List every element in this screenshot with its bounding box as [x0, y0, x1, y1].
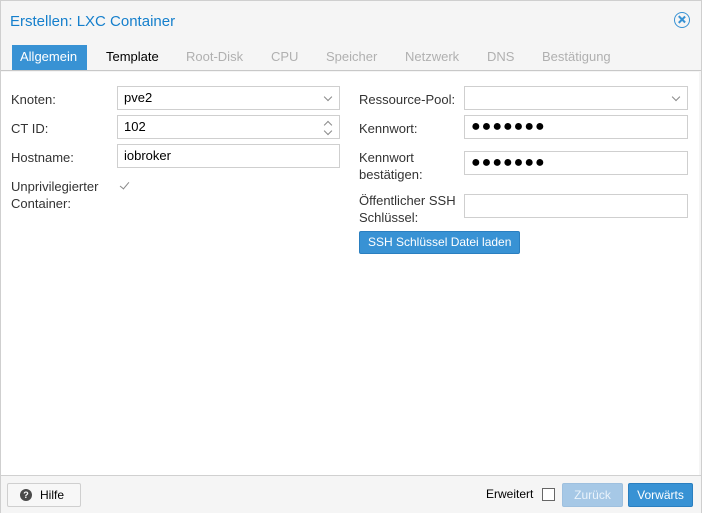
question-circle-icon: ? [20, 489, 32, 501]
back-button: Zurück [562, 483, 623, 507]
create-lxc-dialog: Erstellen: LXC Container Allgemein Templ… [0, 0, 702, 513]
ssh-load-button[interactable]: SSH Schlüssel Datei laden [359, 231, 521, 254]
dialog-titlebar: Erstellen: LXC Container [1, 1, 701, 39]
help-label: Hilfe [40, 488, 65, 502]
tab-template[interactable]: Template [98, 45, 167, 70]
tab-netzwerk: Netzwerk [405, 49, 460, 64]
ctid-label: CT ID: [11, 121, 49, 136]
pool-label: Ressource-Pool: [359, 92, 456, 107]
tab-allgemein[interactable]: Allgemein [12, 45, 87, 70]
unprivileged-label-line1: Unprivilegierter [11, 179, 99, 194]
advanced-checkbox[interactable] [542, 488, 555, 501]
node-select[interactable]: pve2 [117, 86, 340, 110]
pool-select[interactable] [464, 86, 688, 110]
confirm-label-line1: Kennwort [359, 150, 414, 165]
ssh-key-field[interactable] [464, 194, 688, 218]
confirm-password-mask: ●●●●●●● [471, 154, 546, 171]
ctid-value: 102 [124, 119, 146, 134]
next-button[interactable]: Vorwärts [628, 483, 693, 507]
ssh-label-line2: Schlüssel: [359, 210, 419, 225]
hostname-field[interactable]: iobroker [117, 144, 340, 168]
password-label: Kennwort: [359, 121, 418, 136]
node-label: Knoten: [11, 92, 56, 107]
hostname-value: iobroker [124, 148, 171, 163]
dialog-footer: ? Hilfe Erweitert Zurück Vorwärts [1, 475, 701, 513]
password-mask: ●●●●●●● [471, 118, 546, 135]
close-icon[interactable] [674, 12, 690, 28]
tab-dns: DNS [487, 49, 515, 64]
advanced-label: Erweitert [486, 487, 534, 501]
spin-down-icon[interactable] [323, 126, 333, 136]
form-panel: Knoten: pve2 CT ID: 102 Hostname: iobrok… [1, 72, 699, 475]
checkmark-icon [119, 179, 130, 190]
node-value: pve2 [124, 90, 153, 105]
wizard-tabbar: Allgemein Template Root-Disk CPU Speiche… [1, 39, 701, 71]
help-button[interactable]: ? Hilfe [7, 483, 81, 507]
ssh-label-line1: Öffentlicher SSH [359, 193, 456, 208]
unprivileged-checkbox[interactable] [118, 179, 131, 192]
ctid-spinner[interactable]: 102 [117, 115, 340, 139]
hostname-label: Hostname: [11, 150, 74, 165]
confirm-password-field[interactable]: ●●●●●●● [464, 151, 688, 175]
confirm-label-line2: bestätigen: [359, 167, 423, 182]
unprivileged-label-line2: Container: [11, 196, 71, 211]
chevron-down-icon[interactable] [323, 92, 333, 102]
chevron-down-icon[interactable] [671, 92, 681, 102]
tab-cpu: CPU [271, 49, 299, 64]
tab-bestaetigung: Bestätigung [542, 49, 611, 64]
tab-speicher: Speicher [326, 49, 378, 64]
dialog-title: Erstellen: LXC Container [10, 13, 176, 30]
password-field[interactable]: ●●●●●●● [464, 115, 688, 139]
tab-root-disk: Root-Disk [186, 49, 244, 64]
